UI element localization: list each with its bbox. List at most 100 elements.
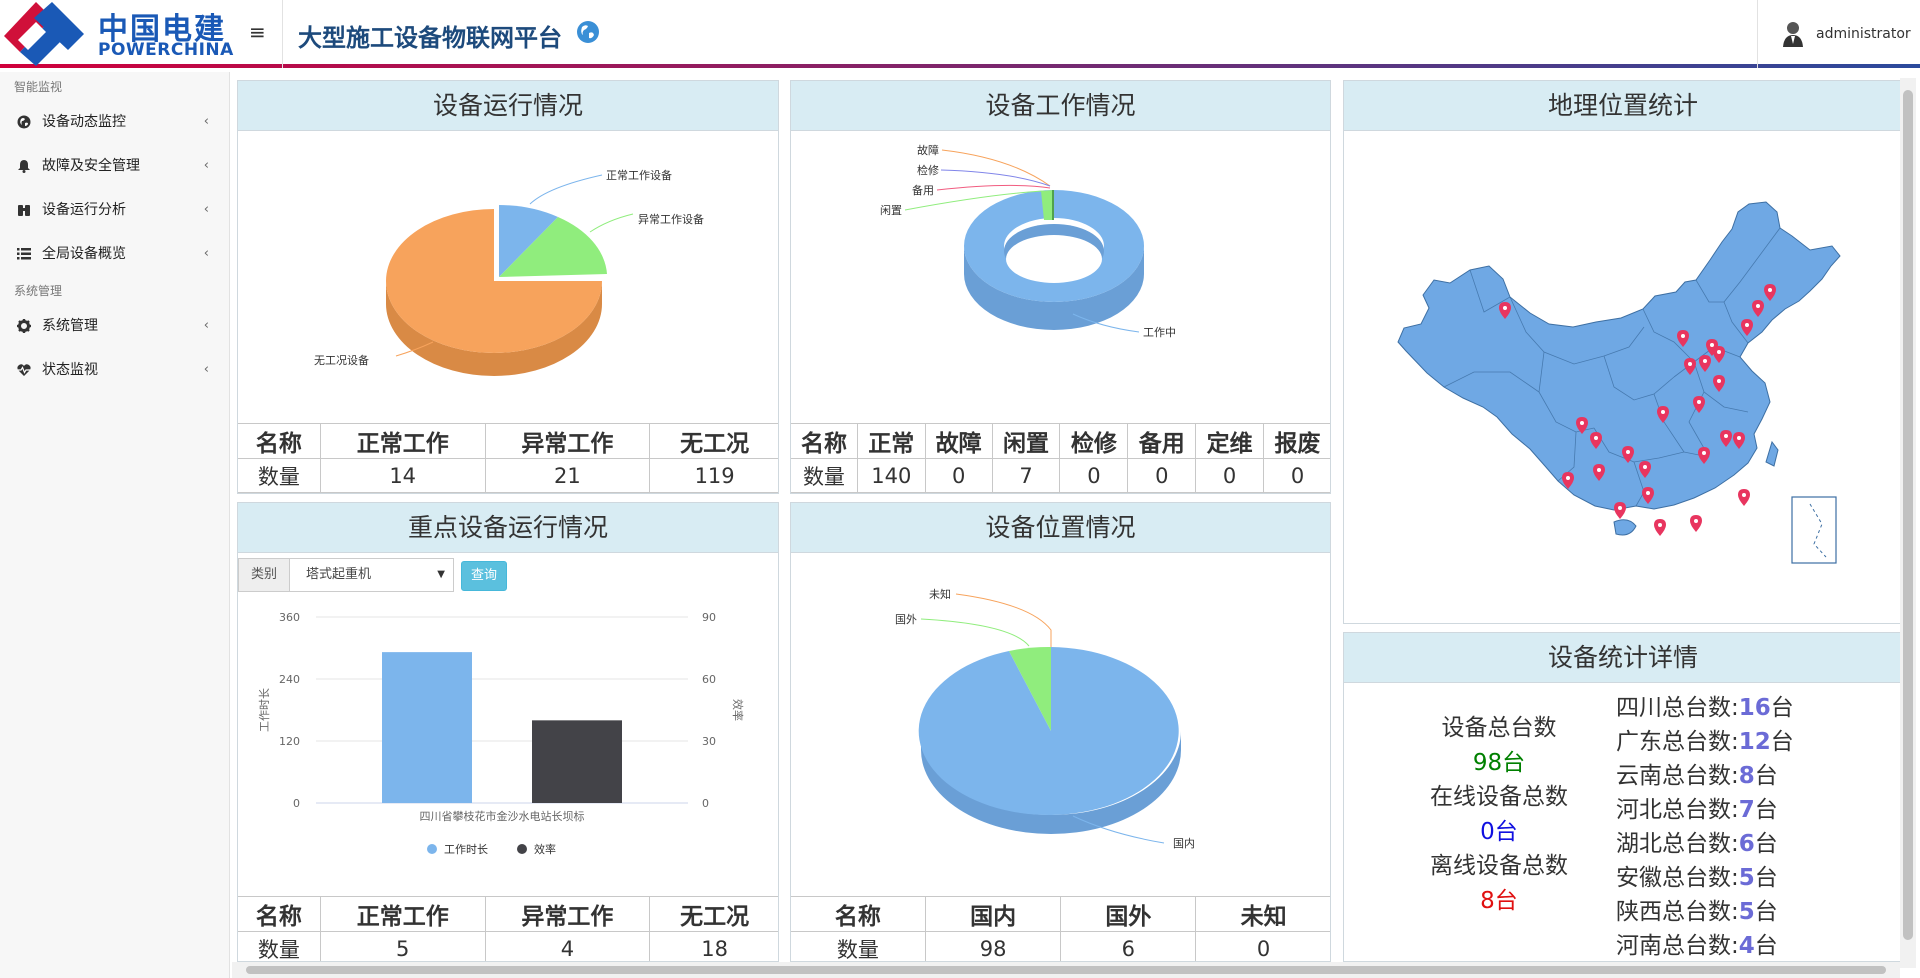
table-header-cell: 异常工作	[484, 423, 651, 459]
legend-marker	[427, 844, 437, 854]
province-label: 陕西总台数:	[1616, 899, 1739, 925]
province-label: 云南总台数:	[1616, 763, 1739, 789]
y-tick-label: 360	[279, 611, 300, 624]
table-cell: 119	[649, 458, 778, 493]
caret-down-icon: ▼	[437, 569, 445, 580]
china-map[interactable]	[1344, 132, 1903, 622]
sidebar-item-label: 设备运行分析	[42, 202, 126, 218]
sidebar-item-label: 全局设备概览	[42, 246, 126, 262]
user-menu[interactable]: administrator	[1782, 20, 1911, 50]
run-status-pie-chart: 正常工作设备 异常工作设备 无工况设备	[314, 168, 704, 376]
scrollbar-thumb[interactable]	[1903, 90, 1913, 940]
sidebar-item-dynamic-monitor[interactable]: 设备动态监控 ‹	[0, 100, 229, 144]
page-title: 大型施工设备物联网平台	[298, 24, 562, 52]
work-status-donut-chart: 故障 检修 备用 闲置 工作中	[880, 143, 1176, 339]
query-button[interactable]: 查询	[461, 561, 507, 591]
sidebar-item-label: 状态监视	[42, 362, 98, 378]
pie-label-no-condition: 无工况设备	[314, 353, 369, 367]
chevron-left-icon: ‹	[203, 318, 209, 333]
table-cell: 98	[924, 931, 1062, 961]
table-cell: 140	[856, 458, 926, 493]
donut-label-fault: 故障	[917, 143, 939, 157]
panel-key-equipment: 重点设备运行情况 类别 塔式起重机 ▼ 查询 360 240 120 0 90 60 30 0…	[237, 502, 779, 962]
menu-toggle-icon[interactable]: ≡	[249, 20, 266, 44]
panel-location: 设备位置情况 未知 国外 国内 名称 国内 国外 未知 数量 98 6 0	[790, 502, 1331, 962]
table-header-cell: 名称	[791, 896, 926, 932]
province-count: 4	[1738, 933, 1755, 959]
table-row: 名称 正常工作 异常工作 无工况	[238, 896, 778, 932]
table-cell: 5	[319, 931, 486, 961]
globe-icon[interactable]	[576, 20, 600, 44]
list-item: 河南总台数:4台	[1616, 929, 1846, 961]
province-unit: 台	[1754, 933, 1778, 959]
table-cell: 4	[484, 931, 651, 961]
table-header-cell: 国内	[924, 896, 1062, 932]
x-category-label: 四川省攀枝花市金沙水电站长坝标	[420, 809, 585, 823]
table-header-cell: 正常	[856, 423, 926, 459]
logo-mark-icon	[4, 2, 84, 66]
chevron-left-icon: ‹	[203, 202, 209, 217]
horizontal-scrollbar[interactable]	[232, 962, 1900, 978]
heartbeat-icon	[17, 364, 31, 376]
table-header-cell: 名称	[791, 423, 858, 459]
powerchina-logo[interactable]: 中国电建 POWERCHINA	[0, 0, 233, 68]
avatar	[1783, 22, 1803, 47]
province-count: 16	[1738, 695, 1771, 721]
list-icon	[17, 248, 31, 260]
location-table: 名称 国内 国外 未知 数量 98 6 0	[791, 896, 1330, 961]
panel-run-status: 设备运行情况 正常工作设备 异常工作设备 无工况设备 名称 正常工作 异常工作 …	[237, 80, 779, 494]
category-select[interactable]: 塔式起重机 ▼	[289, 558, 454, 592]
table-header-cell: 名称	[238, 423, 321, 459]
bar-efficiency	[532, 720, 622, 803]
province-label: 河北总台数:	[1616, 797, 1739, 823]
table-header-cell: 闲置	[991, 423, 1061, 459]
sidebar-item-global-overview[interactable]: 全局设备概览 ‹	[0, 232, 229, 276]
table-cell: 0	[1127, 458, 1197, 493]
province-count: 5	[1738, 899, 1755, 925]
table-header-cell: 检修	[1059, 423, 1129, 459]
table-cell: 14	[319, 458, 486, 493]
list-item: 陕西总台数:5台	[1616, 895, 1846, 929]
gear-icon	[17, 319, 31, 333]
vertical-scrollbar[interactable]	[1900, 78, 1916, 968]
legend-label: 工作时长	[444, 843, 488, 856]
table-header-cell: 异常工作	[484, 896, 651, 932]
scrollbar-thumb[interactable]	[246, 966, 1886, 974]
key-equipment-bar-chart: 36024012009060300工作时长 效率四川省攀枝花市金沙水电站长坝标工作…	[258, 611, 745, 856]
province-count: 8	[1738, 763, 1755, 789]
province-unit: 台	[1754, 831, 1778, 857]
globe-icon	[17, 115, 31, 129]
pie-label-domestic: 国内	[1173, 836, 1195, 850]
table-row: 数量 140 0 7 0 0 0 0	[791, 458, 1330, 493]
sidebar-section-system: 系统管理	[14, 284, 63, 298]
table-cell: 0	[924, 458, 993, 493]
chevron-left-icon: ‹	[203, 246, 209, 261]
total-devices-label: 设备总台数	[1441, 715, 1557, 741]
header-divider	[1757, 0, 1758, 68]
header-divider	[282, 0, 283, 68]
chevron-left-icon: ‹	[203, 114, 209, 129]
table-cell: 数量	[791, 458, 858, 493]
chevron-left-icon: ‹	[203, 362, 209, 377]
province-label: 四川总台数:	[1616, 695, 1739, 721]
sidebar-item-fault-safety[interactable]: 故障及安全管理 ‹	[0, 144, 229, 188]
y-tick-label: 0	[293, 797, 300, 810]
table-row: 名称 国内 国外 未知	[791, 896, 1330, 932]
panel-title: 设备统计详情	[1344, 633, 1902, 683]
sidebar-item-system-settings[interactable]: 系统管理 ‹	[0, 304, 229, 348]
table-cell: 7	[991, 458, 1061, 493]
bell-icon	[18, 160, 30, 173]
table-header-cell: 定维	[1195, 423, 1265, 459]
sidebar-item-run-analysis[interactable]: 设备运行分析 ‹	[0, 188, 229, 232]
province-count-list: 四川总台数:16台 广东总台数:12台 云南总台数:8台 河北总台数:7台 湖北…	[1616, 691, 1846, 961]
table-cell: 数量	[791, 931, 926, 961]
table-cell: 21	[484, 458, 651, 493]
donut-label-working: 工作中	[1143, 326, 1176, 339]
y-right-tick-label: 60	[702, 673, 716, 686]
list-item: 安徽总台数:5台	[1616, 861, 1846, 895]
panel-title: 重点设备运行情况	[238, 503, 778, 553]
user-name: administrator	[1816, 26, 1911, 42]
province-count: 12	[1738, 729, 1771, 755]
list-item: 云南总台数:8台	[1616, 759, 1846, 793]
sidebar-item-status-monitor[interactable]: 状态监视 ‹	[0, 348, 229, 392]
